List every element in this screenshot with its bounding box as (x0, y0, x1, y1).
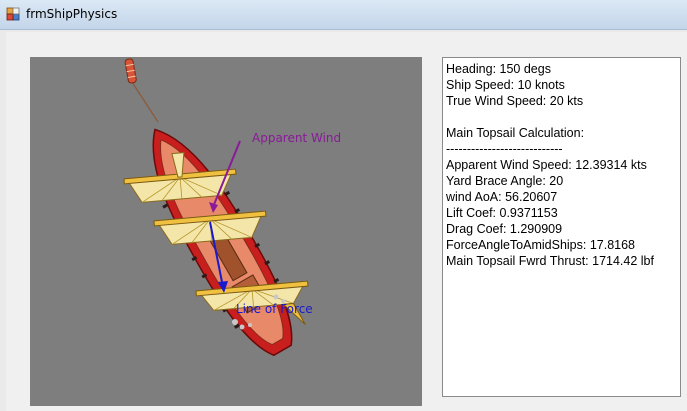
ship-drawing (123, 58, 309, 357)
line-of-force-label: Line of Force (236, 302, 313, 316)
window-title: frmShipPhysics (26, 7, 118, 21)
ship-canvas: Apparent Wind Line of Force (30, 57, 422, 406)
info-line-section-title: Main Topsail Calculation: (446, 126, 585, 140)
info-line-wind-aoa: wind AoA: 56.20607 (446, 190, 558, 204)
info-line-lift-coef: Lift Coef: 0.9371153 (446, 206, 558, 220)
info-line-true-wind-speed: True Wind Speed: 20 kts (446, 94, 584, 108)
info-line-apparent-wind-speed: Apparent Wind Speed: 12.39314 kts (446, 158, 647, 172)
info-line-fwrd-thrust: Main Topsail Fwrd Thrust: 1714.42 lbf (446, 254, 654, 268)
flag-icon (124, 58, 137, 84)
info-line-yard-brace-angle: Yard Brace Angle: 20 (446, 174, 564, 188)
app-icon (6, 7, 20, 21)
title-bar[interactable]: frmShipPhysics (0, 0, 687, 30)
info-line-blank (446, 109, 680, 125)
info-line-force-angle: ForceAngleToAmidShips: 17.8168 (446, 238, 636, 252)
apparent-wind-label: Apparent Wind (252, 131, 342, 145)
fore-sail (123, 152, 237, 203)
info-line-separator: ---------------------------- (446, 142, 563, 156)
physics-info-textbox[interactable]: Heading: 150 degs Ship Speed: 10 knots T… (442, 57, 681, 397)
info-line-heading: Heading: 150 degs (446, 62, 551, 76)
info-line-drag-coef: Drag Coef: 1.290909 (446, 222, 563, 236)
info-line-ship-speed: Ship Speed: 10 knots (446, 78, 565, 92)
bow-line (129, 78, 159, 123)
